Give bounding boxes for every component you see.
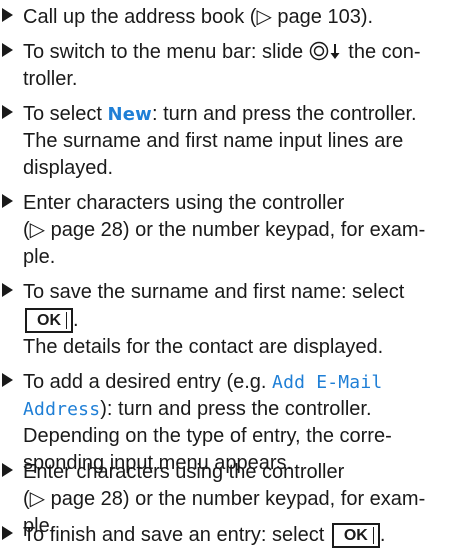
step-text: To select New: turn and press the contro… bbox=[23, 103, 417, 125]
step-text: Depending on the type of entry, the corr… bbox=[23, 425, 392, 447]
manual-page: Call up the address book (▷ page 103). T… bbox=[0, 0, 465, 549]
step-bullet-icon bbox=[2, 463, 13, 477]
ok-softkey: OK bbox=[331, 523, 380, 548]
step-text: The surname and first name input lines a… bbox=[23, 130, 404, 152]
step-bullet-icon bbox=[2, 373, 13, 387]
step-text: To finish and save an entry: select OK. bbox=[23, 523, 386, 548]
ok-softkey: OK bbox=[25, 308, 73, 333]
step-text: Enter characters using the controller bbox=[23, 461, 345, 483]
step-text: troller. bbox=[23, 68, 78, 90]
step-text: OK. bbox=[23, 307, 79, 334]
step-bullet-icon bbox=[2, 283, 13, 297]
step-text: (▷ page 28) or the number keypad, for ex… bbox=[23, 219, 426, 241]
step-text: (▷ page 28) or the number keypad, for ex… bbox=[23, 488, 426, 510]
step-bullet-icon bbox=[2, 194, 13, 208]
step-bullet-icon bbox=[2, 105, 13, 119]
menu-item-add-email-address: Add E-Mail bbox=[272, 372, 383, 393]
step-text: To save the surname and first name: sele… bbox=[23, 281, 405, 303]
step-text: Address): turn and press the controller. bbox=[23, 398, 372, 420]
step-text: ple. bbox=[23, 246, 56, 268]
step-text: Enter characters using the controller bbox=[23, 192, 345, 214]
menu-item-new: New bbox=[107, 104, 153, 125]
step-text: The details for the contact are displaye… bbox=[23, 336, 384, 358]
step-text: To add a desired entry (e.g. Add E-Mail bbox=[23, 371, 383, 393]
step-text: displayed. bbox=[23, 157, 114, 179]
step-bullet-icon bbox=[2, 43, 13, 57]
step-bullet-icon bbox=[2, 526, 13, 540]
controller-slide-down-icon bbox=[309, 41, 343, 69]
step-text: Call up the address book (▷ page 103). bbox=[23, 6, 374, 28]
step-bullet-icon bbox=[2, 8, 13, 22]
menu-item-add-email-address-cont: Address bbox=[23, 399, 101, 420]
step-text: To switch to the menu bar: slide the con… bbox=[23, 39, 421, 66]
